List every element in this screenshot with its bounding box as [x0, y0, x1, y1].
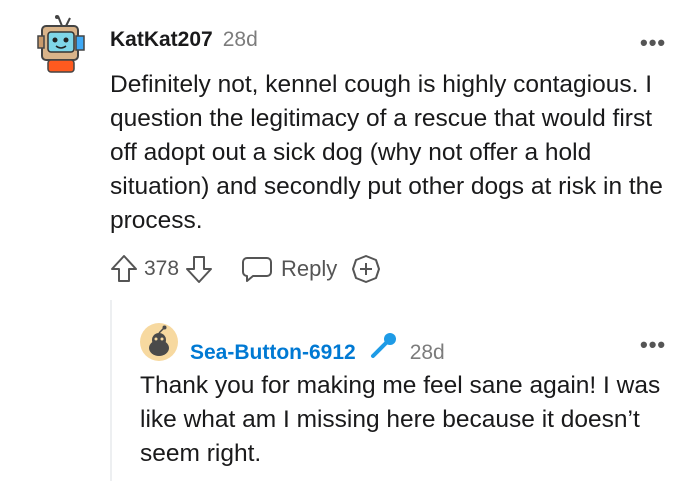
user-avatar[interactable] — [36, 14, 88, 74]
downvote-icon[interactable] — [185, 254, 213, 284]
vote-count: 378 — [144, 257, 180, 280]
comment-actions: 378 Reply — [110, 254, 381, 284]
reply-header: Sea-Button-6912 28d — [190, 331, 445, 365]
microphone-icon — [368, 331, 398, 359]
reply-avatar-icon — [140, 323, 178, 361]
reply-username[interactable]: Sea-Button-6912 — [190, 341, 356, 365]
reply-timestamp[interactable]: 28d — [410, 341, 445, 365]
thread-line[interactable] — [110, 300, 112, 481]
comment-more-options-button[interactable]: ••• — [640, 32, 666, 54]
upvote-icon[interactable] — [110, 254, 138, 284]
comment-header: KatKat207 28d — [110, 28, 258, 52]
comment-username[interactable]: KatKat207 — [110, 28, 213, 52]
reply-bubble-icon — [242, 257, 273, 282]
reply-more-options-button[interactable]: ••• — [640, 334, 666, 356]
award-plus-icon — [352, 255, 381, 283]
comment-timestamp[interactable]: 28d — [223, 28, 258, 52]
comment-body: Definitely not, kennel cough is highly c… — [110, 71, 663, 234]
reply-body: Thank you for making me feel sane again!… — [140, 372, 661, 467]
reply-button[interactable]: Reply — [241, 254, 337, 284]
award-button[interactable] — [351, 254, 381, 284]
reply-avatar[interactable] — [140, 323, 178, 361]
user-avatar-icon — [37, 15, 85, 73]
reply-label: Reply — [281, 256, 338, 281]
